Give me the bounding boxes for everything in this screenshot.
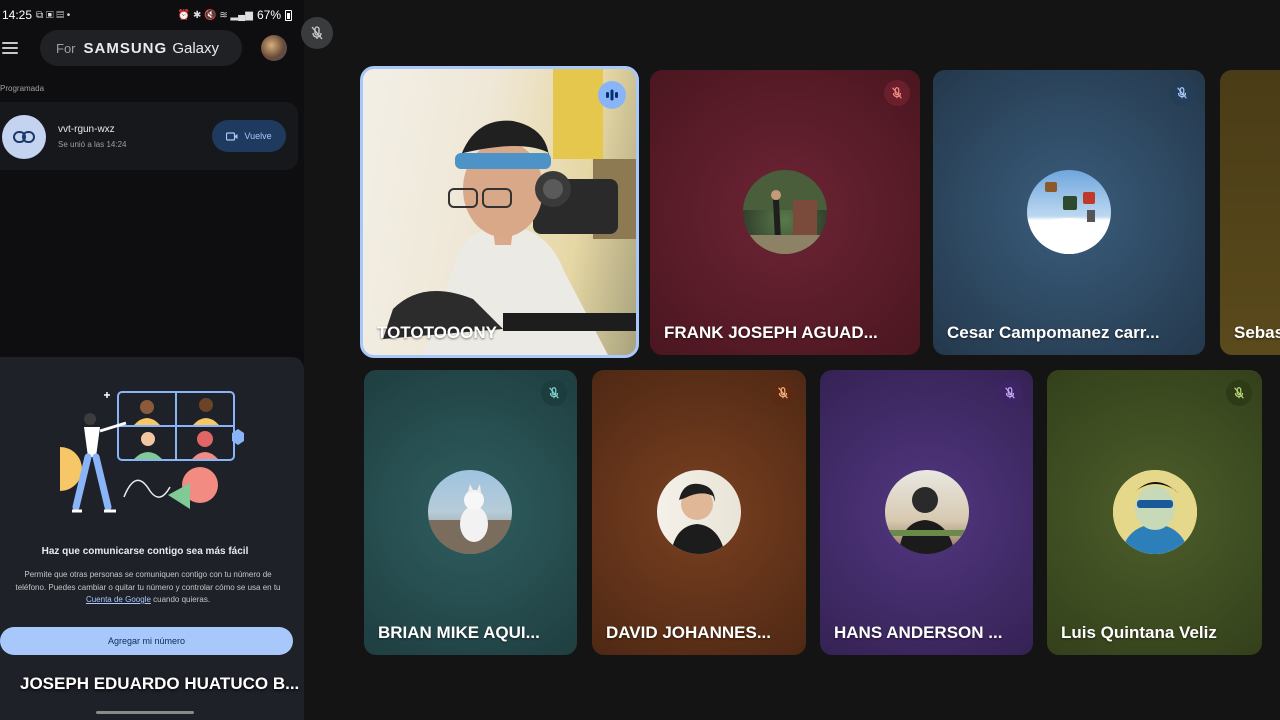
notification-icons: ⧉ ▣ ▤ •	[36, 9, 71, 21]
meet-screen: 14:25 ⧉ ▣ ▤ • ⏰ ✱ 🔇 ≋ ▂▄▆ 67% For SAMSUN…	[0, 0, 1280, 720]
invite-body: Permite que otras personas se comuniquen…	[15, 570, 281, 604]
add-number-label: Agregar mi número	[107, 636, 186, 646]
speaking-indicator-icon	[598, 81, 626, 109]
participant-video	[383, 69, 636, 355]
meeting-code: vvt-rgun-wxz	[58, 124, 115, 135]
invite-title: Haz que comunicarse contigo sea más fáci…	[41, 546, 249, 557]
participant-name: FRANK JOSEPH AGUAD...	[664, 323, 878, 342]
muted-mic-icon	[770, 380, 796, 406]
mic-off-icon	[311, 26, 323, 40]
participant-name: Luis Quintana Veliz	[1061, 623, 1217, 642]
participant-name: BRIAN MIKE AQUI...	[378, 623, 540, 642]
participant-name: HANS ANDERSON ...	[834, 623, 1003, 642]
participant-tile-video[interactable]: TOTOTOOONY	[360, 66, 639, 358]
communication-illustration	[60, 391, 244, 513]
status-bar: 14:25 ⧉ ▣ ▤ • ⏰ ✱ 🔇 ≋ ▂▄▆ 67%	[0, 0, 304, 30]
phone-panel: 14:25 ⧉ ▣ ▤ • ⏰ ✱ 🔇 ≋ ▂▄▆ 67% For SAMSUN…	[0, 0, 304, 720]
participant-tile[interactable]: Cesar Campomanez carr...	[933, 70, 1205, 355]
menu-icon[interactable]	[2, 42, 18, 54]
participant-avatar	[1113, 470, 1197, 554]
participant-tile[interactable]: Sebas	[1220, 70, 1280, 355]
participant-avatar	[885, 470, 969, 554]
battery-level: 67%	[256, 8, 281, 22]
link-icon	[2, 115, 46, 159]
battery-icon	[285, 9, 292, 21]
self-name-label: JOSEPH EDUARDO HUATUCO B...	[20, 674, 300, 693]
participant-name: Sebas	[1234, 323, 1280, 342]
muted-mic-icon	[541, 380, 567, 406]
rejoin-button[interactable]: Vuelve	[212, 120, 286, 152]
meeting-card[interactable]: vvt-rgun-wxz Se unió a las 14:24 Vuelve	[0, 102, 298, 170]
top-bar: For SAMSUNG Galaxy	[0, 30, 304, 66]
participant-tile[interactable]: Luis Quintana Veliz	[1047, 370, 1262, 655]
invite-panel: Haz que comunicarse contigo sea más fáci…	[0, 357, 304, 720]
participant-name: DAVID JOHANNES...	[606, 623, 771, 642]
promo-for: For	[56, 40, 76, 56]
muted-mic-icon	[1226, 380, 1252, 406]
rejoin-label: Vuelve	[244, 131, 272, 141]
account-avatar[interactable]	[261, 35, 287, 61]
status-time: 14:25	[2, 8, 33, 22]
promo-brand: SAMSUNG Galaxy	[83, 39, 220, 57]
participant-name: Cesar Campomanez carr...	[947, 323, 1160, 342]
participant-avatar	[428, 470, 512, 554]
participant-tile[interactable]: HANS ANDERSON ...	[820, 370, 1033, 655]
participant-avatar	[1027, 170, 1111, 254]
google-account-link[interactable]: Cuenta de Google	[86, 595, 151, 604]
participant-avatar	[743, 170, 827, 254]
participant-tile[interactable]: FRANK JOSEPH AGUAD...	[650, 70, 920, 355]
section-label: Programada	[0, 84, 45, 93]
promo-banner[interactable]: For SAMSUNG Galaxy	[40, 30, 242, 66]
participant-name: TOTOTOOONY	[377, 323, 497, 342]
gesture-nav-handle[interactable]	[96, 711, 194, 714]
participant-tile[interactable]: BRIAN MIKE AQUI...	[364, 370, 577, 655]
mic-off-button[interactable]	[301, 17, 333, 49]
system-icons: ⏰ ✱ 🔇 ≋ ▂▄▆	[177, 9, 253, 21]
muted-mic-icon	[997, 380, 1023, 406]
participant-tile[interactable]: DAVID JOHANNES...	[592, 370, 806, 655]
participant-avatar	[657, 470, 741, 554]
muted-mic-icon	[1169, 80, 1195, 106]
muted-mic-icon	[884, 80, 910, 106]
meeting-joined-time: Se unió a las 14:24	[58, 140, 127, 149]
add-number-button[interactable]: Agregar mi número	[0, 627, 293, 655]
video-camera-icon	[226, 131, 238, 141]
